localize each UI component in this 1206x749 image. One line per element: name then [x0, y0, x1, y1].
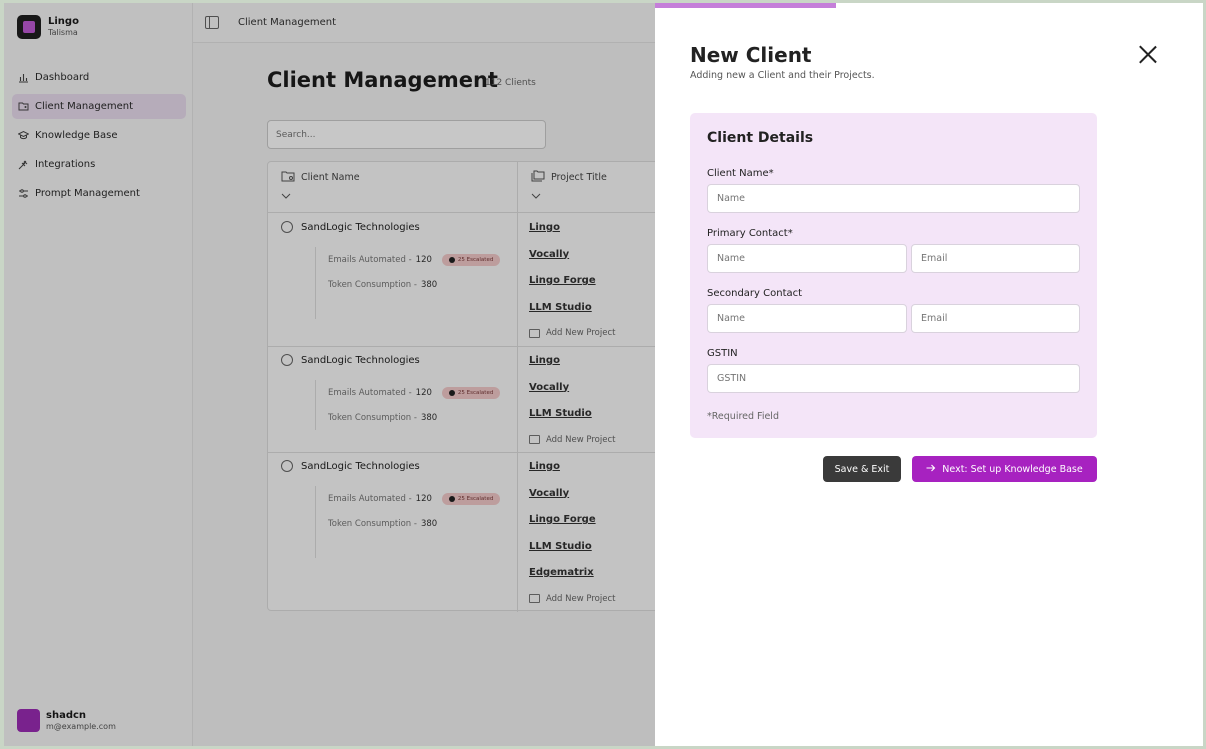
- primary-contact-label: Primary Contact*: [707, 228, 793, 239]
- gstin-input[interactable]: [707, 364, 1080, 393]
- arrow-right-icon: [926, 464, 936, 475]
- gstin-label: GSTIN: [707, 348, 738, 359]
- secondary-contact-label: Secondary Contact: [707, 288, 803, 299]
- save-exit-button[interactable]: Save & Exit: [823, 456, 901, 482]
- close-icon[interactable]: [1138, 45, 1158, 65]
- required-note: *Required Field: [707, 411, 779, 422]
- drawer-title: New Client: [690, 43, 812, 67]
- primary-name-input[interactable]: [707, 244, 907, 273]
- drawer-subtitle: Adding new a Client and their Projects.: [690, 70, 875, 81]
- client-name-input[interactable]: [707, 184, 1080, 213]
- new-client-drawer: New Client Adding new a Client and their…: [655, 3, 1203, 746]
- client-details-card: Client Details Client Name* Primary Cont…: [690, 113, 1097, 438]
- client-name-label: Client Name*: [707, 168, 774, 179]
- progress-bar: [655, 3, 836, 8]
- secondary-name-input[interactable]: [707, 304, 907, 333]
- secondary-email-input[interactable]: [911, 304, 1080, 333]
- next-button-label: Next: Set up Knowledge Base: [942, 463, 1083, 475]
- card-title: Client Details: [707, 130, 814, 146]
- app-window: Lingo Talisma Dashboard Client Managemen…: [4, 3, 1203, 746]
- primary-email-input[interactable]: [911, 244, 1080, 273]
- next-button[interactable]: Next: Set up Knowledge Base: [912, 456, 1097, 482]
- modal-backdrop[interactable]: [4, 3, 655, 746]
